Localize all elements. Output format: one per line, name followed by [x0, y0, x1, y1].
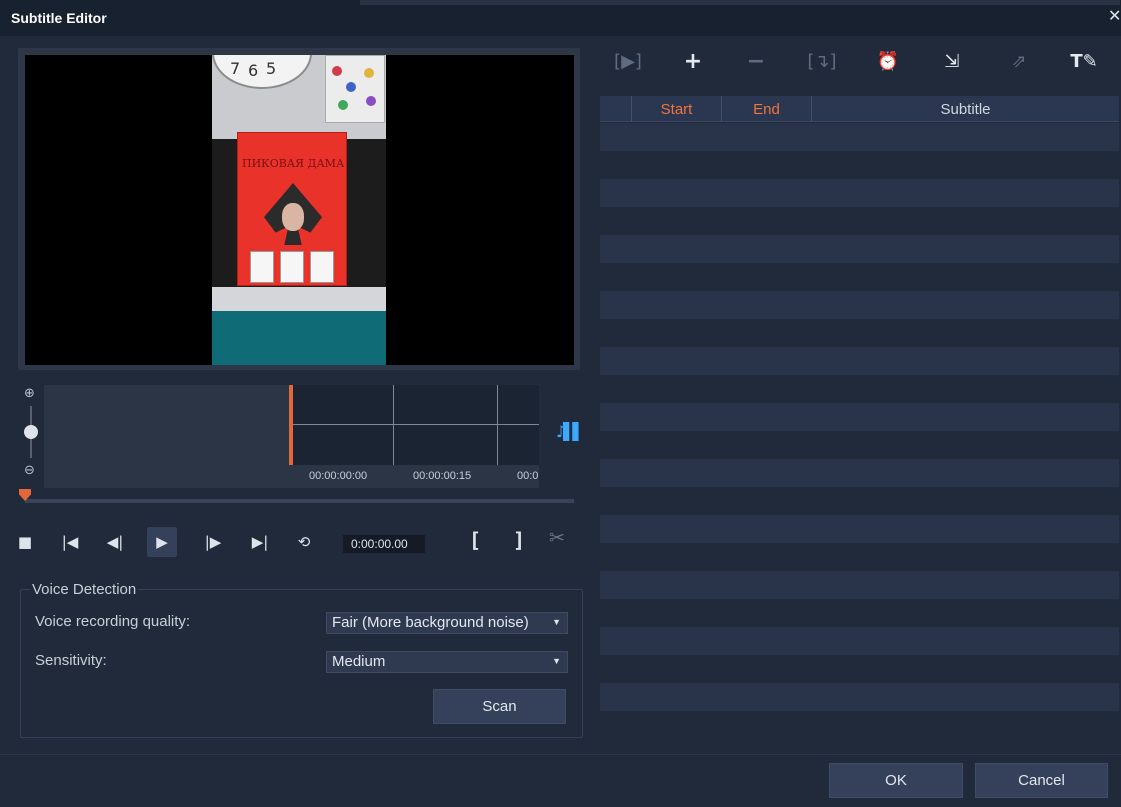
quality-value: Fair (More background noise): [332, 614, 529, 631]
table-row[interactable]: [600, 403, 1119, 431]
repeat-icon[interactable]: ⟲: [290, 528, 318, 556]
table-row[interactable]: [600, 123, 1119, 151]
play-subtitle-icon[interactable]: [▶]: [613, 48, 643, 74]
column-header-start[interactable]: Start: [631, 96, 721, 122]
table-row[interactable]: [600, 291, 1119, 319]
table-header: Start End Subtitle: [600, 96, 1119, 122]
footer-separator: [0, 754, 1121, 755]
subtitle-editor-dialog: Subtitle Editor ✕ 6 5 7 ПИКОВАЯ ДАМА ⊕ ⊖…: [0, 0, 1121, 807]
alarm-icon[interactable]: ⏰: [873, 48, 903, 74]
video-wall: [212, 287, 386, 311]
video-clock: 6 5 7: [212, 55, 312, 89]
table-row[interactable]: [600, 235, 1119, 263]
video-poster: ПИКОВАЯ ДАМА: [237, 132, 347, 286]
zoom-in-icon[interactable]: ⊕: [24, 386, 35, 401]
table-row[interactable]: [600, 543, 1119, 571]
previous-frame-icon[interactable]: ◀|: [101, 528, 129, 556]
sensitivity-label: Sensitivity:: [35, 652, 107, 669]
table-row[interactable]: [600, 711, 1119, 739]
subtitle-table[interactable]: Start End Subtitle: [600, 96, 1119, 739]
stop-icon[interactable]: ■: [11, 528, 39, 556]
export-icon[interactable]: ⇗: [1004, 48, 1034, 74]
table-row[interactable]: [600, 655, 1119, 683]
table-row[interactable]: [600, 683, 1119, 711]
timeline-label: 00:0: [517, 470, 539, 482]
close-icon[interactable]: ✕: [1108, 6, 1121, 25]
zoom-out-icon[interactable]: ⊖: [24, 463, 35, 478]
import-icon[interactable]: ⇲: [937, 48, 967, 74]
timeline-label: 00:00:00:15: [413, 470, 472, 482]
table-row[interactable]: [600, 431, 1119, 459]
chevron-down-icon: ▼: [552, 617, 561, 627]
next-frame-icon[interactable]: |▶: [199, 528, 227, 556]
title-bar: Subtitle Editor ✕: [0, 0, 1121, 36]
table-row[interactable]: [600, 263, 1119, 291]
go-to-start-icon[interactable]: |◀: [56, 528, 84, 556]
table-row[interactable]: [600, 375, 1119, 403]
quality-label: Voice recording quality:: [35, 613, 191, 630]
table-row[interactable]: [600, 347, 1119, 375]
dialog-title: Subtitle Editor: [11, 10, 107, 26]
quality-select[interactable]: Fair (More background noise) ▼: [326, 612, 568, 634]
table-row[interactable]: [600, 599, 1119, 627]
sensitivity-value: Medium: [332, 653, 386, 670]
sensitivity-select[interactable]: Medium ▼: [326, 651, 568, 673]
ok-button[interactable]: OK: [829, 763, 963, 798]
merge-icon[interactable]: [↴]: [807, 48, 837, 74]
table-row[interactable]: [600, 207, 1119, 235]
mark-in-icon[interactable]: [: [469, 528, 481, 552]
column-header-end[interactable]: End: [721, 96, 811, 122]
video-preview[interactable]: 6 5 7 ПИКОВАЯ ДАМА: [25, 55, 574, 365]
video-artwork: [325, 55, 385, 123]
video-floor: [212, 311, 386, 365]
add-icon[interactable]: +: [678, 48, 708, 74]
scan-button[interactable]: Scan: [433, 689, 566, 724]
go-to-end-icon[interactable]: ▶|: [246, 528, 274, 556]
column-header-index[interactable]: [600, 96, 631, 122]
scrub-bar[interactable]: [25, 499, 574, 503]
play-icon[interactable]: ▶: [147, 527, 177, 557]
timecode-input[interactable]: 0:00:00.00: [343, 535, 425, 553]
scissors-icon[interactable]: ✂: [549, 527, 565, 549]
zoom-slider-knob[interactable]: [24, 425, 38, 439]
table-row[interactable]: [600, 319, 1119, 347]
mark-out-icon[interactable]: ]: [513, 528, 525, 552]
table-row[interactable]: [600, 151, 1119, 179]
table-row[interactable]: [600, 487, 1119, 515]
table-row[interactable]: [600, 571, 1119, 599]
text-format-icon[interactable]: T✎: [1069, 48, 1099, 74]
cancel-button[interactable]: Cancel: [975, 763, 1108, 798]
chevron-down-icon: ▼: [552, 656, 561, 666]
table-row[interactable]: [600, 459, 1119, 487]
column-header-subtitle[interactable]: Subtitle: [811, 96, 1119, 122]
table-row[interactable]: [600, 179, 1119, 207]
video-frame: 6 5 7 ПИКОВАЯ ДАМА: [212, 55, 386, 365]
table-row[interactable]: [600, 627, 1119, 655]
table-row[interactable]: [600, 515, 1119, 543]
timeline-label: 00:00:00:00: [309, 470, 368, 482]
voice-detection-title: Voice Detection: [30, 581, 139, 598]
remove-icon[interactable]: −: [741, 48, 771, 74]
background-app-strip: [360, 0, 1120, 5]
audio-waveform-icon[interactable]: ♪▌▌: [556, 422, 585, 441]
timeline-labels: 00:00:00:00 00:00:00:15 00:0: [290, 385, 539, 488]
